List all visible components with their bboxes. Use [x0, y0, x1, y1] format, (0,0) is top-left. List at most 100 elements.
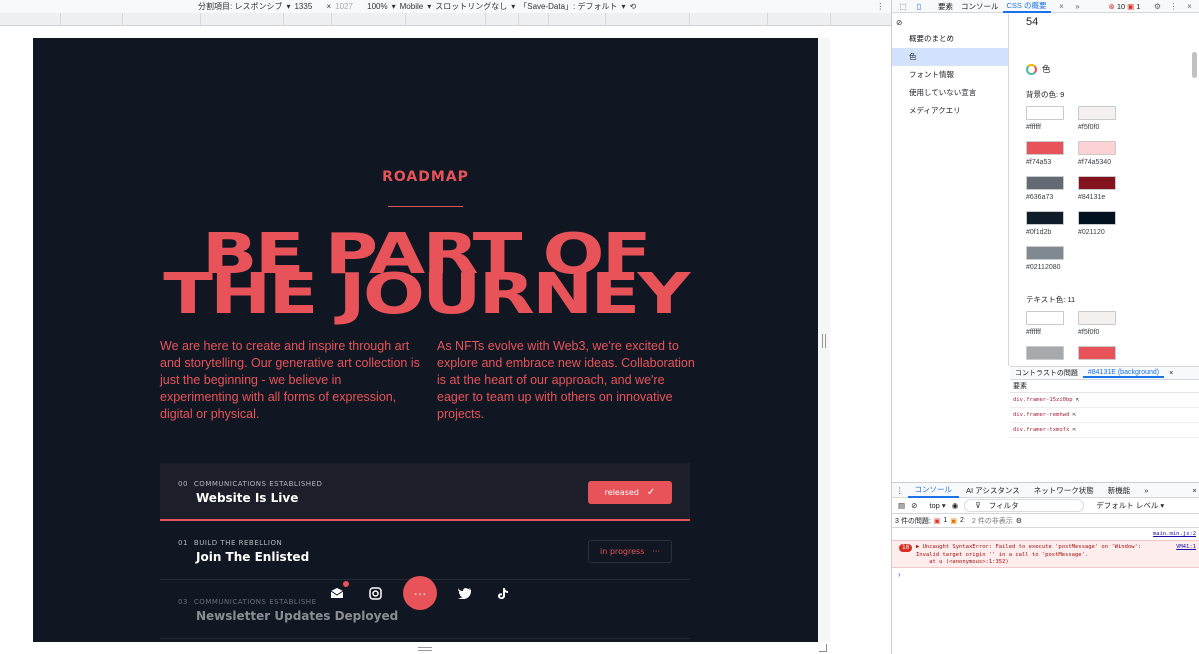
eye-icon[interactable]: ◉	[952, 501, 959, 510]
color-swatch[interactable]	[1078, 346, 1116, 360]
close-icon[interactable]: ×	[1164, 370, 1178, 377]
css-overview-sidebar: ⊘ 概要のまとめ 色 フォント情報 使用していない宣言 メディアクエリ	[892, 14, 1009, 366]
inspect-element-icon[interactable]: ⬚	[898, 1, 908, 11]
tab-contrast-issues[interactable]: コントラストの問題	[1010, 368, 1083, 378]
sidebar-item-summary[interactable]: 概要のまとめ	[892, 30, 1008, 48]
color-swatch[interactable]	[1026, 246, 1064, 260]
error-count-badge: 10	[899, 544, 913, 552]
device-type-select[interactable]: Mobile	[400, 2, 424, 11]
devtools-panel: ⬚ ▯ 要素 コンソール CSS の概要 × » ⊗ 10 ▣ 1 ⚙ ⋮ × ⊘ …	[891, 0, 1199, 654]
gear-icon[interactable]: ⚙	[1016, 517, 1022, 525]
twitter-icon[interactable]	[451, 579, 479, 607]
devtools-main-tabs: ⬚ ▯ 要素 コンソール CSS の概要 × » ⊗ 10 ▣ 1 ⚙ ⋮ ×	[892, 0, 1199, 13]
status-badge-in-progress: in progress ···	[588, 540, 672, 563]
tab-ai-assistance[interactable]: AI アシスタンス	[959, 485, 1027, 496]
roadmap-item-meta: 00 COMMUNICATIONS ESTABLISHED	[178, 480, 323, 488]
tab-network-conditions[interactable]: ネットワーク状態	[1027, 485, 1101, 496]
element-row[interactable]: div.framer-remhwd ⇱	[1010, 408, 1199, 423]
tab-css-overview[interactable]: CSS の概要	[1002, 0, 1051, 13]
sidebar-toggle-icon[interactable]: ▤	[898, 501, 905, 510]
resize-handle-bottom[interactable]	[418, 647, 432, 651]
issues-bar[interactable]: 3 件の問題: ▣ 1 ▣ 2 2 件の非表示 ⚙	[892, 514, 1199, 528]
chevron-down-icon: ▾	[427, 2, 432, 11]
clear-icon[interactable]: ⊘	[892, 14, 1008, 30]
height-input[interactable]: 1027	[335, 2, 363, 11]
tab-background-color[interactable]: #84131E (background)	[1082, 369, 1165, 378]
instagram-icon[interactable]	[361, 579, 389, 607]
color-swatch[interactable]	[1026, 141, 1064, 155]
clear-console-icon[interactable]: ⊘	[911, 501, 917, 510]
sidebar-item-fonts[interactable]: フォント情報	[892, 66, 1008, 84]
roadmap-item-title: Website Is Live	[196, 491, 299, 505]
color-swatch[interactable]	[1078, 106, 1116, 120]
color-swatch[interactable]	[1026, 311, 1064, 325]
resize-handle-right[interactable]	[822, 334, 826, 348]
color-swatch-label: #636a73	[1026, 194, 1054, 201]
color-swatch[interactable]	[1078, 311, 1116, 325]
color-swatch-label: #f74a5340	[1078, 159, 1112, 166]
tab-console[interactable]: コンソール	[957, 1, 1003, 12]
color-swatch[interactable]	[1078, 141, 1116, 155]
tiktok-icon[interactable]	[489, 579, 517, 607]
error-icon: ⊗	[1108, 1, 1115, 11]
text-colors-title: テキスト色: 11	[1026, 295, 1076, 304]
roadmap-item[interactable]: 01 BUILD THE REBELLION Join The Enlisted …	[160, 522, 690, 580]
scrollbar[interactable]	[1192, 52, 1197, 78]
element-row[interactable]: div.framer-15zi0bp ⇱	[1010, 393, 1199, 408]
color-swatch[interactable]	[1026, 211, 1064, 225]
error-issue-icon: ▣	[933, 517, 941, 525]
filter-input[interactable]: ⊽ フィルタ	[964, 499, 1085, 512]
sidebar-item-colors[interactable]: 色	[892, 48, 1008, 66]
resize-handle-corner[interactable]	[819, 644, 827, 652]
console-error-message[interactable]: 10 ▶ Uncaught SyntaxError: Failed to exe…	[892, 540, 1199, 568]
color-swatch[interactable]	[1026, 176, 1064, 190]
sidebar-item-unused[interactable]: 使用していない宣言	[892, 84, 1008, 102]
media-query-ruler[interactable]	[0, 13, 891, 26]
reveal-icon: ⇱	[1075, 397, 1080, 403]
background-colors-title: 背景の色: 9	[1026, 90, 1065, 99]
color-swatch[interactable]	[1026, 106, 1064, 120]
summary-count: 54	[1026, 16, 1039, 28]
zoom-select[interactable]: 100%	[367, 2, 387, 11]
dimensions-select[interactable]: 分割項目: レスポンシブ	[198, 1, 282, 12]
color-swatch[interactable]	[1026, 346, 1064, 360]
mail-icon[interactable]	[323, 579, 351, 607]
roadmap-item-meta: 01 BUILD THE REBELLION	[178, 539, 283, 547]
gear-icon[interactable]: ⚙	[1152, 1, 1162, 11]
roadmap-item[interactable]: 00 COMMUNICATIONS ESTABLISHED Website Is …	[160, 463, 690, 521]
error-counter[interactable]: ⊗ 10 ▣ 1	[1109, 2, 1141, 11]
drawer-menu-icon[interactable]: ⋮	[892, 486, 908, 495]
error-source-link[interactable]: VM41:1	[1176, 544, 1196, 550]
device-toolbar-icon[interactable]: ▯	[914, 1, 924, 11]
more-options-icon[interactable]: ⋮	[876, 2, 884, 11]
save-data-select[interactable]: 「Save-Data」: デフォルト	[519, 1, 617, 12]
console-toolbar: ▤ ⊘ top ▾ ◉ ⊽ フィルタ デフォルト レベル ▾	[892, 498, 1199, 514]
color-swatch[interactable]	[1078, 176, 1116, 190]
tab-elements[interactable]: 要素	[934, 1, 957, 12]
device-toolbar: 分割項目: レスポンシブ ▾ 1335 × 1027 100% ▾ Mobile…	[0, 0, 891, 13]
more-menu-button[interactable]: ···	[403, 576, 437, 610]
sidebar-item-media-queries[interactable]: メディアクエリ	[892, 102, 1008, 120]
source-link[interactable]: main.min.js:2	[892, 528, 1199, 540]
element-row[interactable]: div.framer-txmofx ⇱	[1010, 423, 1199, 438]
throttling-select[interactable]: スロットリングなし	[435, 1, 507, 12]
more-tabs-icon[interactable]: »	[1137, 486, 1155, 495]
roadmap-page: ROADMAP BE PART OF THE JOURNEY We are he…	[33, 38, 818, 642]
console-drawer: ⋮ コンソール AI アシスタンス ネットワーク状態 新機能 » × ▤ ⊘ t…	[892, 482, 1199, 654]
close-drawer-icon[interactable]: ×	[1185, 486, 1199, 495]
context-select[interactable]: top ▾	[923, 501, 945, 510]
tab-console-drawer[interactable]: コンソール	[907, 483, 959, 498]
close-tab-icon[interactable]: ×	[1057, 1, 1067, 11]
tab-whats-new[interactable]: 新機能	[1101, 485, 1138, 496]
close-icon[interactable]: ×	[1184, 1, 1194, 11]
width-input[interactable]: 1335	[294, 2, 322, 11]
more-options-icon[interactable]: ⋮	[1168, 1, 1178, 11]
color-swatch[interactable]	[1078, 211, 1116, 225]
check-icon: ✓	[646, 487, 656, 498]
more-tabs-icon[interactable]: »	[1073, 1, 1083, 11]
floating-social-bar: ···	[323, 575, 517, 611]
console-prompt[interactable]: ›	[892, 568, 1199, 582]
log-level-select[interactable]: デフォルト レベル ▾	[1090, 500, 1164, 511]
intro-text-left: We are here to create and inspire throug…	[160, 339, 420, 421]
rotate-icon[interactable]: ⟲	[630, 2, 637, 11]
